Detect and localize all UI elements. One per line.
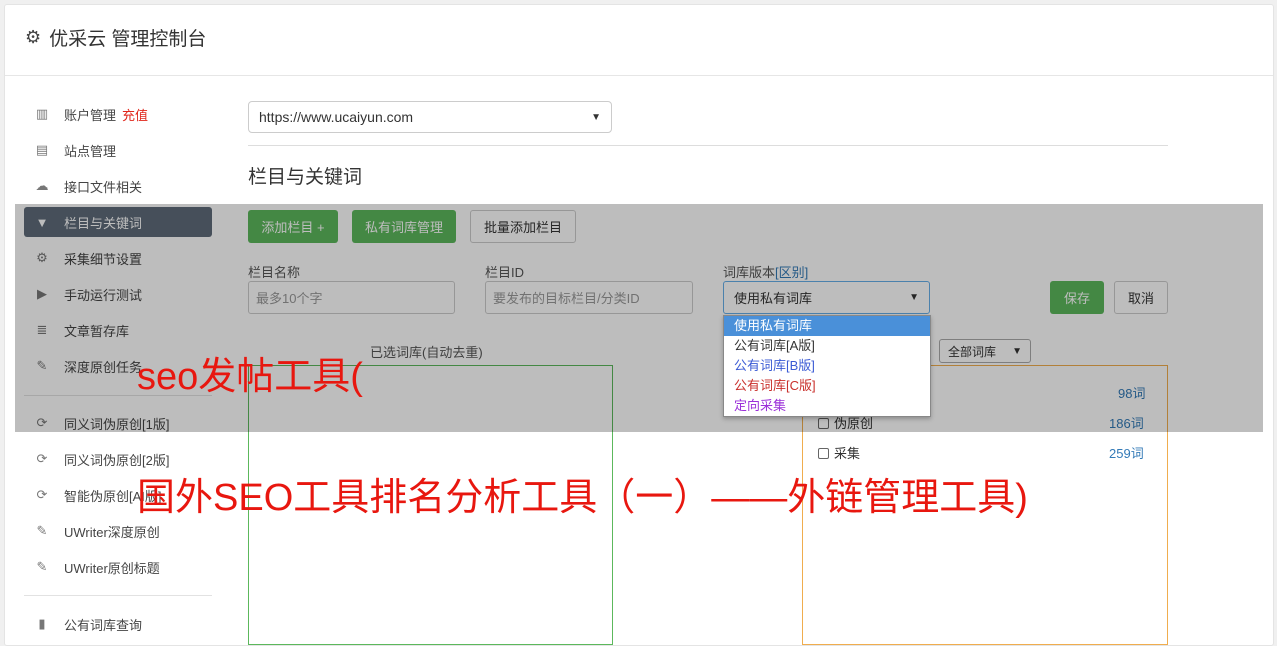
gear-icon: ⚙	[25, 27, 42, 47]
sidebar-item-label: 公有词库查询	[64, 617, 143, 633]
brand: ⚙ 优采云 管理控制台	[25, 24, 206, 51]
sidebar-item-label: 账户管理	[64, 107, 117, 123]
recharge-link[interactable]: 充值	[122, 105, 148, 124]
overlay-text-line2: 国外SEO工具排名分析工具（一）——外链管理工具)	[137, 477, 1028, 519]
lib-version-dropdown: 使用私有词库 公有词库[A版] 公有词库[B版] 公有词库[C版] 定向采集	[723, 315, 931, 417]
bar-chart-icon: ▥	[35, 106, 49, 121]
sidebar-item-api-files[interactable]: ☁ 接口文件相关	[24, 171, 212, 201]
sidebar-item-label: 站点管理	[64, 143, 117, 159]
section-title: 栏目与关键词	[248, 167, 363, 188]
edit-icon: ✎	[36, 559, 48, 574]
sidebar-divider	[24, 595, 212, 596]
dropdown-option[interactable]: 定向采集	[724, 396, 930, 416]
refresh-icon: ⟳	[36, 487, 48, 502]
refresh-icon: ⟳	[36, 451, 48, 466]
book-icon: ▮	[38, 616, 46, 631]
sidebar-item-public-lib[interactable]: ▮ 公有词库查询	[24, 609, 212, 639]
sidebar-item-label: UWriter原创标题	[64, 560, 160, 576]
chevron-down-icon: ▼	[591, 111, 601, 123]
lib-count: 259词	[1109, 446, 1144, 461]
sidebar-item-label: UWriter深度原创	[64, 524, 160, 540]
divider	[248, 145, 1168, 146]
dropdown-option[interactable]: 公有词库[B版]	[724, 356, 930, 376]
site-select-value: https://www.ucaiyun.com	[259, 109, 414, 125]
checkbox[interactable]	[818, 448, 829, 459]
sidebar-item-label: 接口文件相关	[64, 179, 143, 195]
sidebar-item-account[interactable]: ▥ 账户管理 充值	[24, 99, 212, 129]
dropdown-option[interactable]: 公有词库[C版]	[724, 376, 930, 396]
sidebar-item-uwriter-title[interactable]: ✎ UWriter原创标题	[24, 552, 212, 582]
server-icon: ▤	[35, 142, 49, 157]
top-header: ⚙ 优采云 管理控制台	[5, 5, 1273, 76]
edit-icon: ✎	[36, 523, 48, 538]
overlay-text-line1: seo发帖工具(	[137, 356, 363, 398]
cloud-upload-icon: ☁	[35, 178, 49, 193]
lib-row[interactable]: 采集	[818, 443, 860, 462]
lib-row-label: 采集	[834, 446, 861, 461]
dropdown-option[interactable]: 使用私有词库	[724, 316, 930, 336]
site-select[interactable]: https://www.ucaiyun.com ▼	[248, 101, 612, 133]
sidebar-item-sites[interactable]: ▤ 站点管理	[24, 135, 212, 165]
app-title: 优采云 管理控制台	[49, 29, 207, 50]
dropdown-option[interactable]: 公有词库[A版]	[724, 336, 930, 356]
